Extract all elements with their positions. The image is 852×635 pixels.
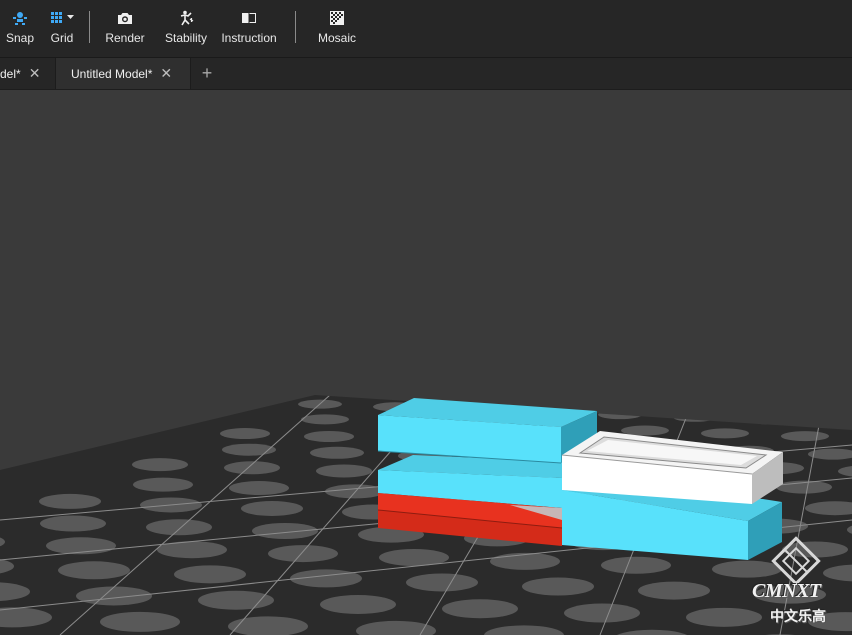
brick-cyan-upper-left bbox=[377, 398, 597, 464]
close-icon[interactable]: ✕ bbox=[29, 65, 41, 82]
grid-button[interactable]: Grid bbox=[46, 9, 78, 51]
baseplate-stud bbox=[406, 573, 478, 592]
snap-button[interactable]: Snap bbox=[4, 9, 36, 51]
baseplate-stud bbox=[132, 458, 188, 472]
baseplate-stud bbox=[301, 414, 349, 425]
baseplate-stud bbox=[310, 446, 364, 459]
close-icon[interactable]: ✕ bbox=[160, 65, 172, 82]
baseplate-stud bbox=[823, 418, 852, 428]
grid-label: Grid bbox=[50, 31, 74, 45]
mosaic-label: Mosaic bbox=[317, 31, 356, 45]
baseplate-stud bbox=[100, 611, 180, 632]
instruction-button[interactable]: Instruction bbox=[219, 9, 279, 51]
baseplate-stud bbox=[522, 577, 594, 596]
mosaic-button[interactable]: Mosaic bbox=[314, 9, 360, 51]
baseplate-stud bbox=[58, 561, 130, 580]
baseplate-stud bbox=[220, 428, 270, 440]
baseplate-stud bbox=[174, 565, 246, 584]
snap-label: Snap bbox=[5, 31, 35, 45]
tab-label: del* bbox=[0, 66, 21, 81]
baseplate-stud bbox=[621, 425, 669, 436]
baseplate-stud bbox=[316, 464, 372, 478]
document-tab-bar: del* ✕ Untitled Model* ✕ + bbox=[0, 58, 852, 90]
tab-untitled-model-1[interactable]: del* ✕ bbox=[0, 58, 54, 89]
watermark-subtitle: 中文乐高 bbox=[770, 609, 826, 625]
baseplate-stud bbox=[304, 430, 354, 442]
baseplate-stud bbox=[638, 581, 710, 600]
baseplate-stud bbox=[442, 599, 518, 619]
render-button[interactable]: Render bbox=[104, 9, 146, 51]
watermark-brand: CMNXT bbox=[752, 580, 821, 602]
camera-icon bbox=[117, 9, 133, 27]
baseplate-stud bbox=[241, 500, 303, 516]
instruction-label: Instruction bbox=[221, 31, 277, 45]
render-label: Render bbox=[105, 31, 145, 45]
baseplate-stud bbox=[320, 595, 396, 615]
baseplate-stud bbox=[564, 603, 640, 623]
stability-figure-icon bbox=[178, 9, 194, 27]
main-toolbar: Snap Grid Render Stability Instruction M… bbox=[0, 0, 852, 58]
baseplate-stud bbox=[268, 545, 338, 563]
stability-label: Stability bbox=[164, 31, 208, 45]
baseplate-stud bbox=[198, 590, 274, 610]
tab-label: Untitled Model* bbox=[71, 66, 153, 81]
baseplate-stud bbox=[76, 586, 152, 606]
book-icon bbox=[241, 9, 257, 27]
baseplate-stud bbox=[224, 461, 280, 475]
baseplate-stud bbox=[146, 519, 212, 536]
add-tab-button[interactable]: + bbox=[196, 58, 218, 89]
baseplate-stud bbox=[40, 515, 106, 532]
baseplate-stud bbox=[781, 431, 829, 442]
grid-icon bbox=[49, 9, 75, 27]
snap-magnet-icon bbox=[12, 9, 28, 27]
baseplate-stud bbox=[712, 560, 782, 578]
tab-untitled-model-2[interactable]: Untitled Model* ✕ bbox=[55, 58, 191, 89]
baseplate-stud bbox=[601, 556, 671, 574]
toolbar-divider bbox=[295, 11, 296, 43]
baseplate-stud bbox=[39, 493, 101, 509]
baseplate-stud bbox=[748, 415, 792, 425]
toolbar-divider bbox=[89, 11, 90, 43]
baseplate-stud bbox=[229, 481, 289, 496]
mosaic-icon bbox=[329, 9, 345, 27]
3d-viewport[interactable]: CMNXT 中文乐高 bbox=[0, 90, 852, 635]
baseplate-stud bbox=[673, 412, 717, 422]
baseplate-stud bbox=[490, 552, 560, 570]
baseplate-stud bbox=[133, 477, 193, 492]
chevron-down-icon bbox=[67, 15, 74, 19]
scene bbox=[0, 395, 852, 635]
baseplate-stud bbox=[252, 522, 318, 539]
baseplate-stud bbox=[686, 607, 762, 627]
baseplate-stud bbox=[701, 428, 749, 439]
baseplate-stud bbox=[598, 410, 642, 420]
stability-button[interactable]: Stability bbox=[162, 9, 210, 51]
